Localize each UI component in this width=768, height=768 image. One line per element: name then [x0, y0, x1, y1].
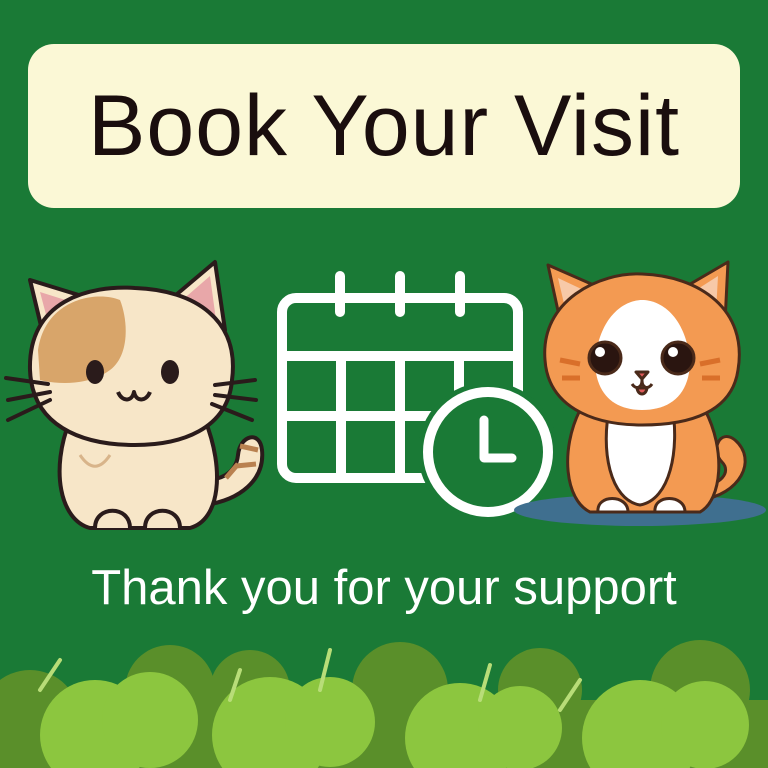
- bushes: [0, 640, 768, 768]
- poster: Book Your Visit Thank you for your suppo…: [0, 0, 768, 768]
